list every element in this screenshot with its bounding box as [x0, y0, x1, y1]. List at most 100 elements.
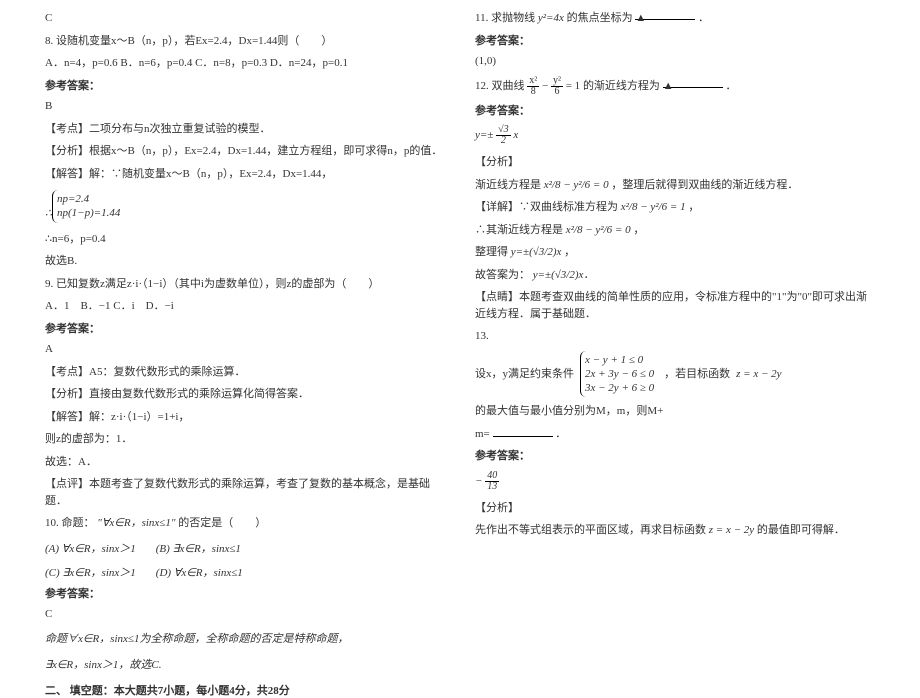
q10-expl1: 命题∀x∈R，sinx≤1为全称命题，全称命题的否定是特称命题， [45, 629, 445, 650]
q12-post: 的渐近线方程为 [583, 80, 660, 92]
q13-fx-post: 的最值即可得解． [757, 524, 845, 536]
q10-answer: C [45, 606, 445, 623]
q12-fx-pre: 渐近线方程是 [475, 179, 541, 191]
q9-answer: A [45, 341, 445, 358]
q11-answer: (1,0) [475, 53, 875, 70]
q9-ref-label: 参考答案： [45, 321, 445, 338]
q9-jieda: 【解答】解：z·i·（1−i）=1+i， [45, 409, 445, 426]
q10-optA: (A) ∀x∈R，sinx＞1 [45, 538, 136, 558]
q8-answer: B [45, 98, 445, 115]
q11-expr: y²=4x [538, 10, 564, 26]
triangle-mark2: ▲ [663, 80, 674, 92]
q10-ref-label: 参考答案： [45, 586, 445, 603]
q12-fenxi-label: 【分析】 [475, 154, 875, 171]
q12-gudaan: 故答案为： y=±(√3/2)x． [475, 267, 875, 284]
q13-fx-obj: z = x − 2y [709, 522, 754, 538]
q9-options: A．1 B．−1 C．i D．−i [45, 298, 445, 315]
q11-ref-label: 参考答案： [475, 33, 875, 50]
q13-ans-den: 13 [485, 482, 499, 492]
q13-ans-neg: − [475, 475, 482, 487]
q12-zl-pre: 整理得 [475, 246, 508, 258]
q12-xj-concl: ∴其渐近线方程是 x²/8 − y²/6 = 0 ， [475, 222, 875, 239]
q12-fx-eq: x²/8 − y²/6 = 0 [544, 177, 609, 193]
triangle-mark: ▲ [635, 12, 646, 24]
q10-optB: (B) ∃x∈R，sinx≤1 [156, 538, 241, 558]
q13-sys1: x − y + 1 ≤ 0 [585, 354, 643, 366]
q12-zhengli: 整理得 y=±(√3/2)x ， [475, 244, 875, 261]
q8-kaodian: 【考点】二项分布与n次独立重复试验的模型． [45, 121, 445, 138]
q13-sys3: 3x − 2y + 6 ≥ 0 [585, 382, 654, 394]
q13-ans-frac: 4013 [485, 471, 499, 492]
q12-frac1-num: x² [527, 76, 539, 87]
q12-xj-concl-eq: x²/8 − y²/6 = 0 [566, 222, 631, 238]
q13-sys2: 2x + 3y − 6 ≤ 0 [585, 368, 654, 380]
q8-sys2: np(1−p)=1.44 [57, 207, 120, 219]
q10-quant: "∀x∈R，sinx≤1" [97, 515, 175, 531]
q10-options-row2: (C) ∃x∈R，sinx＞1 (D) ∀x∈R，sinx≤1 [45, 562, 445, 582]
q12-xj-concl-pre: ∴其渐近线方程是 [475, 224, 563, 236]
blank-underline: ▲ [635, 10, 695, 20]
q12-ans-post: x [513, 129, 518, 141]
q12-frac1: x²8 [527, 76, 539, 97]
q8-fenxi: 【分析】根据x～B（n，p），Ex=2.4，Dx=1.44，建立方程组，即可求得… [45, 143, 445, 160]
q12-zl-ans: y=±(√3/2)x [511, 244, 562, 260]
q13-fx-pre: 先作出不等式组表示的平面区域，再求目标函数 [475, 524, 706, 536]
q13-num: 13. [475, 328, 875, 345]
q11-post: 的焦点坐标为 [567, 12, 633, 24]
q12-frac2-den: 6 [551, 87, 563, 97]
q12-xj-eq: x²/8 − y²/6 = 1 [621, 199, 686, 215]
q12-frac1-den: 8 [527, 87, 539, 97]
q12-eq: = 1 [566, 80, 580, 92]
q10-optC: (C) ∃x∈R，sinx＞1 [45, 562, 136, 582]
section2-heading: 二、 填空题：本大题共7小题，每小题4分，共28分 [45, 682, 445, 698]
q8-system: ∴ np=2.4 np(1−p)=1.44 [45, 188, 445, 225]
q8-jieda: 【解答】解：∵随机变量x～B（n，p），Ex=2.4，Dx=1.44， [45, 166, 445, 183]
q8-concl: ∴n=6，p=0.4 [45, 231, 445, 248]
q8-pick: 故选B. [45, 253, 445, 270]
q13-fenxi-label: 【分析】 [475, 500, 875, 517]
q12-pre: 12. 双曲线 [475, 80, 525, 92]
q12-fx-post: ，整理后就得到双曲线的渐近线方程． [611, 179, 798, 191]
q12-dianshun: 【点睛】本题考查双曲线的简单性质的应用，令标准方程中的"1"为"0"即可求出渐近… [475, 289, 875, 322]
q10-optD: (D) ∀x∈R，sinx≤1 [156, 562, 243, 582]
q10-text: 10. 命题： "∀x∈R，sinx≤1" 的否定是（ ） [45, 515, 445, 532]
q9-fenxi: 【分析】直接由复数代数形式的乘除运算化简得答案． [45, 386, 445, 403]
q9-kaodian: 【考点】A5：复数代数形式的乘除运算． [45, 364, 445, 381]
q12-gd-pre: 故答案为： [475, 269, 530, 281]
q12-gd-ans: y=±(√3/2)x． [533, 267, 595, 283]
q13-fenxi: 先作出不等式组表示的平面区域，再求目标函数 z = x − 2y 的最值即可得解… [475, 522, 875, 539]
q10-pre: 10. 命题： [45, 517, 95, 529]
q8-sys1: np=2.4 [57, 193, 89, 205]
q12-frac2: y²6 [551, 76, 563, 97]
q12-ref-label: 参考答案： [475, 103, 875, 120]
q13-pre: 设x，y满足约束条件 [475, 366, 574, 383]
q13-system: x − y + 1 ≤ 0 2x + 3y − 6 ≤ 0 3x − 2y + … [580, 351, 658, 398]
q9-pick: 故选：A． [45, 454, 445, 471]
q12-xiangjie: 【详解】∵双曲线标准方程为 x²/8 − y²/6 = 1 ， [475, 199, 875, 216]
q13-answer: − 4013 [475, 469, 875, 494]
prefix-c: C [45, 10, 445, 27]
q10-expl2: ∃x∈R，sinx＞1，故选C. [45, 655, 445, 676]
q10-post: 的否定是（ ） [178, 517, 266, 529]
q9-text: 9. 已知复数z满足z·i·（1−i）（其中i为虚数单位），则z的虚部为（ ） [45, 276, 445, 293]
q9-dianping: 【点评】本题考查了复数代数形式的乘除运算，考查了复数的基本概念，是基础题． [45, 476, 445, 509]
q12-ans-frac: √32 [496, 125, 511, 146]
q12-ans-den: 2 [496, 136, 511, 146]
blank-underline2: ▲ [663, 78, 723, 88]
q12-fenxi: 渐近线方程是 x²/8 − y²/6 = 0 ，整理后就得到双曲线的渐近线方程． [475, 177, 875, 194]
q13-mid: ，若目标函数 [664, 366, 730, 383]
q13-tail: m= ． [475, 426, 875, 443]
q11-text: 11. 求抛物线 y²=4x 的焦点坐标为 ▲ ． [475, 10, 875, 27]
q8-text: 8. 设随机变量x～B（n，p），若Ex=2.4，Dx=1.44则（ ） [45, 33, 445, 50]
q12-ans-pre: y=± [475, 129, 493, 141]
q10-options-row1: (A) ∀x∈R，sinx＞1 (B) ∃x∈R，sinx≤1 [45, 538, 445, 558]
q9-res: 则z的虚部为：1． [45, 431, 445, 448]
blank-underline3 [493, 427, 553, 437]
q12-answer: y=± √32 x [475, 123, 875, 148]
q12-text: 12. 双曲线 x²8 − y²6 = 1 的渐近线方程为 ▲ ． [475, 76, 875, 97]
q8-options: A．n=4，p=0.6 B．n=6，p=0.4 C．n=8，p=0.3 D．n=… [45, 55, 445, 72]
q11-pre: 11. 求抛物线 [475, 12, 535, 24]
q13-post: 的最大值与最小值分别为M，m，则M+ [475, 403, 663, 420]
q13-obj: z = x − 2y [736, 364, 781, 385]
q8-ref-label: 参考答案： [45, 78, 445, 95]
